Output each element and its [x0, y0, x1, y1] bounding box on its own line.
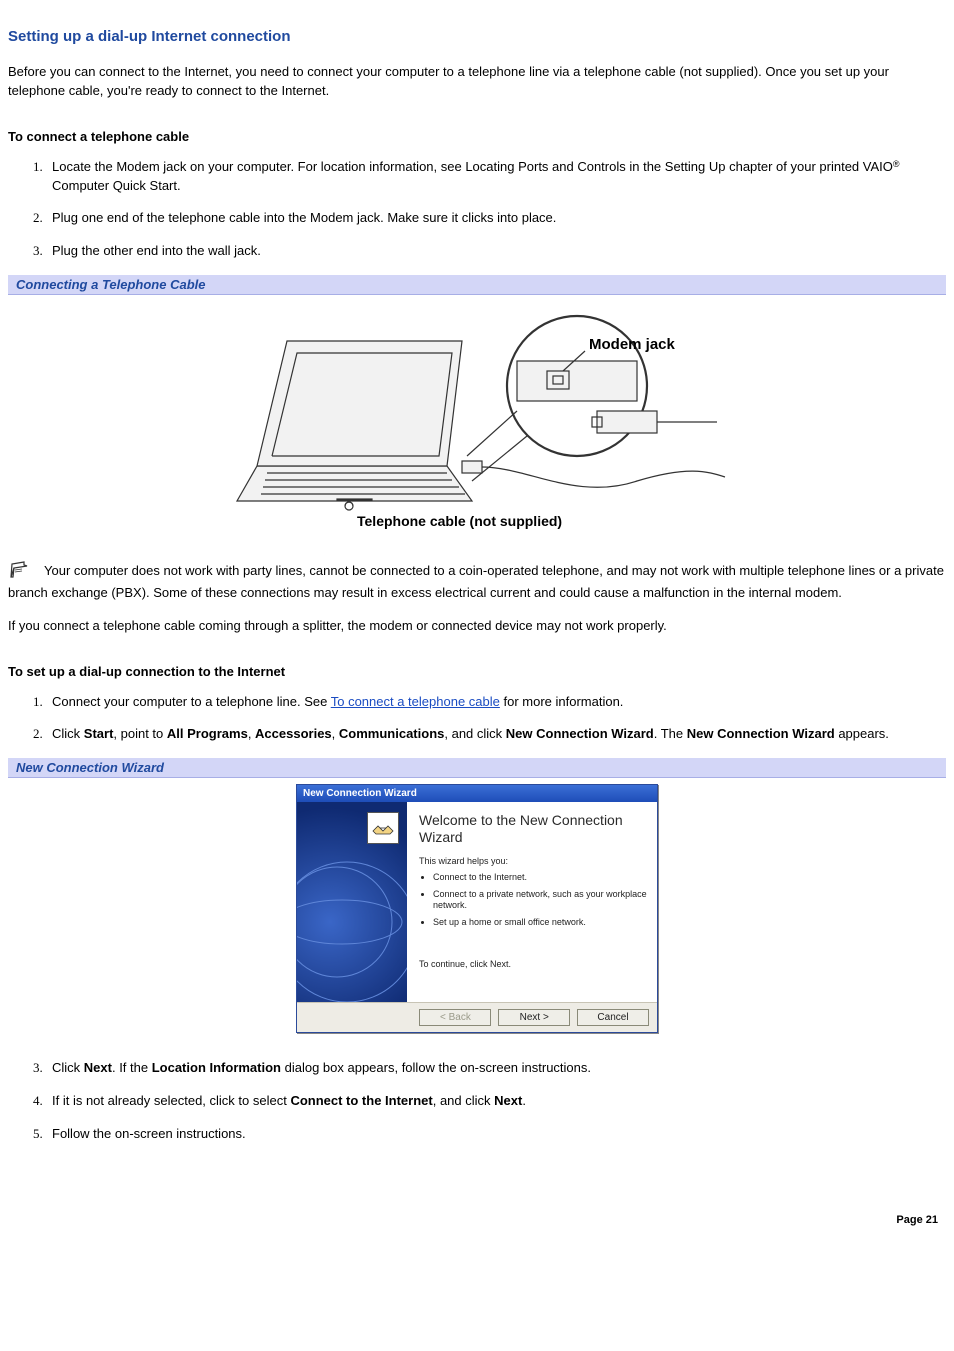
- list-item: Click Start, point to All Programs, Acce…: [46, 725, 946, 744]
- wizard-body: Welcome to the New Connection Wizard Thi…: [297, 802, 657, 1002]
- handshake-icon: [367, 812, 399, 844]
- link-connect-telephone-cable[interactable]: To connect a telephone cable: [331, 694, 500, 709]
- section-heading: To connect a telephone cable: [8, 129, 946, 144]
- wizard-subtext: This wizard helps you:: [419, 856, 647, 866]
- note-text: Your computer does not work with party l…: [8, 563, 944, 600]
- wizard-content: Welcome to the New Connection Wizard Thi…: [407, 802, 657, 1002]
- list-item: Follow the on-screen instructions.: [46, 1125, 946, 1144]
- bold: All Programs: [167, 726, 248, 741]
- bold: New Connection Wizard: [506, 726, 654, 741]
- figure-caption-bar: Connecting a Telephone Cable: [8, 275, 946, 295]
- step-text: Connect your computer to a telephone lin…: [52, 694, 331, 709]
- step-text: for more information.: [500, 694, 624, 709]
- step-text: If it is not already selected, click to …: [52, 1093, 290, 1108]
- list-item: Plug one end of the telephone cable into…: [46, 209, 946, 228]
- step-text: . If the: [112, 1060, 152, 1075]
- wizard-titlebar: New Connection Wizard: [297, 785, 657, 802]
- bold: Next: [494, 1093, 522, 1108]
- procedure-list: Click Next. If the Location Information …: [8, 1059, 946, 1144]
- bold: Accessories: [255, 726, 332, 741]
- modem-jack-label: Modem jack: [589, 336, 676, 353]
- wizard-continue-text: To continue, click Next.: [419, 959, 647, 969]
- bold: Connect to the Internet: [290, 1093, 432, 1108]
- wizard-dialog: New Connection Wizard: [296, 784, 658, 1033]
- list-item: Connect your computer to a telephone lin…: [46, 693, 946, 712]
- step-text: Click: [52, 726, 84, 741]
- bold: Start: [84, 726, 114, 741]
- step-text: .: [522, 1093, 526, 1108]
- step-text: , and click: [433, 1093, 494, 1108]
- step-text: Locate the Modem jack on your computer. …: [52, 159, 893, 174]
- step-text: ,: [248, 726, 255, 741]
- cancel-button[interactable]: Cancel: [577, 1009, 649, 1026]
- wizard-heading: Welcome to the New Connection Wizard: [419, 812, 647, 846]
- step-text: Computer Quick Start.: [52, 178, 181, 193]
- procedure-list: Locate the Modem jack on your computer. …: [8, 158, 946, 261]
- step-text: , and click: [444, 726, 505, 741]
- bold: Next: [84, 1060, 112, 1075]
- note: Your computer does not work with party l…: [8, 560, 946, 603]
- bold: Location Information: [152, 1060, 281, 1075]
- step-text: dialog box appears, follow the on-screen…: [281, 1060, 591, 1075]
- back-button[interactable]: < Back: [419, 1009, 491, 1026]
- note-icon: [8, 560, 30, 584]
- step-text: ,: [332, 726, 339, 741]
- figure-caption-bar: New Connection Wizard: [8, 758, 946, 778]
- page-number: Page 21: [8, 1214, 946, 1226]
- modem-diagram-svg: Modem jack Telephone cable (not supplied…: [217, 301, 737, 531]
- step-text: . The: [654, 726, 687, 741]
- page-title: Setting up a dial-up Internet connection: [8, 28, 946, 45]
- intro-paragraph: Before you can connect to the Internet, …: [8, 63, 946, 101]
- step-text: , point to: [113, 726, 166, 741]
- wizard-side-graphic: [297, 802, 407, 1002]
- bold: Communications: [339, 726, 444, 741]
- registered-symbol: ®: [893, 159, 900, 169]
- wizard-bullet: Set up a home or small office network.: [433, 917, 647, 929]
- figure-modem-diagram: Modem jack Telephone cable (not supplied…: [8, 301, 946, 534]
- bold: New Connection Wizard: [687, 726, 835, 741]
- wizard-bullet: Connect to a private network, such as yo…: [433, 889, 647, 912]
- list-item: If it is not already selected, click to …: [46, 1092, 946, 1111]
- next-button[interactable]: Next >: [498, 1009, 570, 1026]
- figure-wizard: New Connection Wizard: [8, 784, 946, 1033]
- note-paragraph: If you connect a telephone cable coming …: [8, 617, 946, 636]
- document-page: Setting up a dial-up Internet connection…: [0, 0, 954, 1246]
- step-text: Click: [52, 1060, 84, 1075]
- list-item: Locate the Modem jack on your computer. …: [46, 158, 946, 196]
- list-item: Plug the other end into the wall jack.: [46, 242, 946, 261]
- step-text: appears.: [835, 726, 889, 741]
- section-heading: To set up a dial-up connection to the In…: [8, 664, 946, 679]
- list-item: Click Next. If the Location Information …: [46, 1059, 946, 1078]
- wizard-bullet: Connect to the Internet.: [433, 872, 647, 884]
- wizard-bullets: Connect to the Internet. Connect to a pr…: [419, 872, 647, 929]
- wizard-button-bar: < Back Next > Cancel: [297, 1002, 657, 1032]
- procedure-list: Connect your computer to a telephone lin…: [8, 693, 946, 745]
- cable-label: Telephone cable (not supplied): [357, 513, 562, 529]
